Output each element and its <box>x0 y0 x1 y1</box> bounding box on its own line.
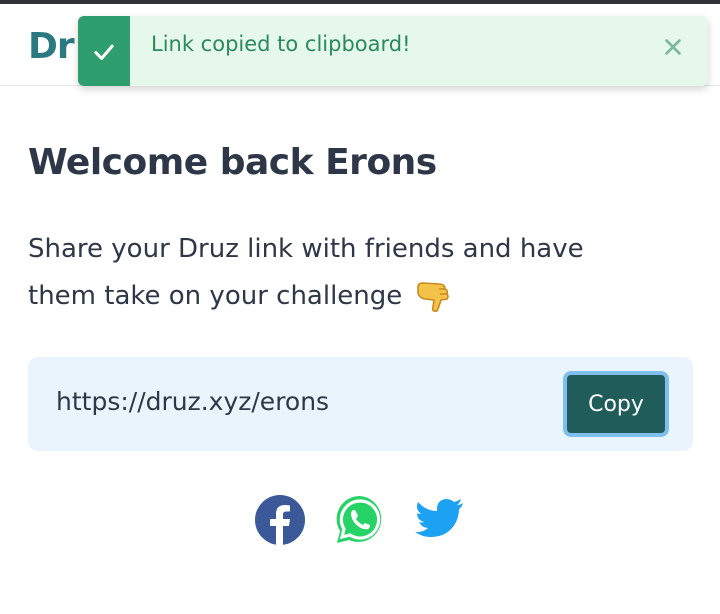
description-line-2: them take on your challenge <box>28 281 403 311</box>
share-link-url[interactable]: https://druz.xyz/erons <box>56 387 329 416</box>
page-description: Share your Druz link with friends and ha… <box>28 226 668 320</box>
toast-message: Link copied to clipboard! <box>151 32 411 56</box>
toast-accent-bar <box>78 16 130 86</box>
close-icon[interactable] <box>662 36 684 58</box>
share-link-box: https://druz.xyz/erons Copy <box>28 357 693 451</box>
toast-notification: Link copied to clipboard! <box>78 16 708 86</box>
whatsapp-icon[interactable] <box>334 494 386 546</box>
checkmark-icon <box>94 44 114 60</box>
twitter-icon[interactable] <box>413 494 465 546</box>
page-title: Welcome back Erons <box>28 142 437 183</box>
facebook-icon[interactable] <box>254 494 306 546</box>
pointing-down-hand-icon <box>416 281 449 312</box>
app-logo[interactable]: Dr <box>28 26 75 67</box>
copy-button[interactable]: Copy <box>563 371 669 437</box>
description-line-1: Share your Druz link with friends and ha… <box>28 234 584 264</box>
